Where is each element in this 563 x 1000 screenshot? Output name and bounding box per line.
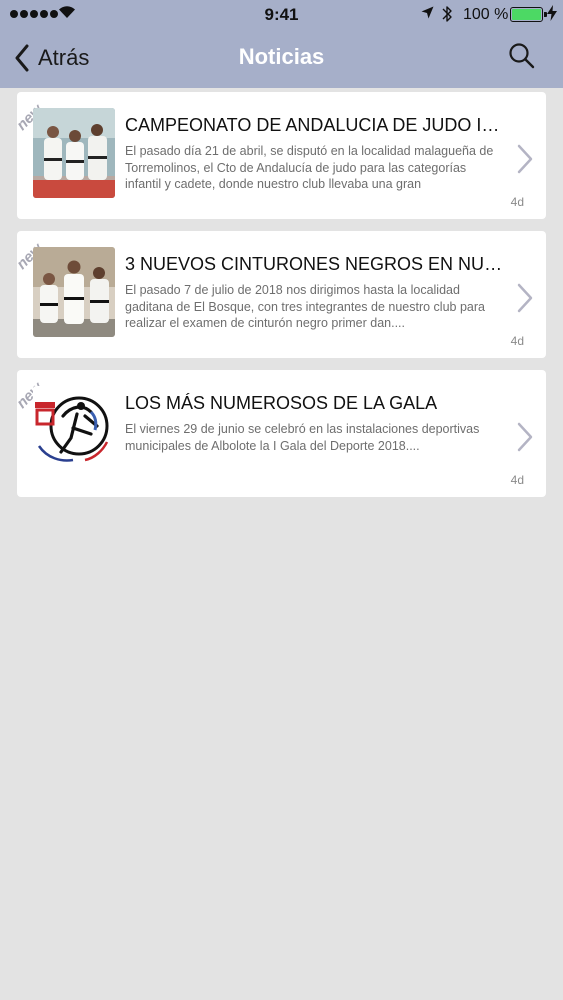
- judo-athletes-photo: [33, 108, 115, 198]
- black-belt-athletes-photo: [33, 247, 115, 337]
- news-excerpt: El pasado 7 de julio de 2018 nos dirigim…: [125, 283, 485, 330]
- bluetooth-icon: [442, 6, 452, 22]
- battery-percent: 100 %: [463, 6, 509, 23]
- news-title: CAMPEONATO DE ANDALUCIA DE JUDO INFANTIL…: [125, 115, 510, 135]
- news-item[interactable]: new CAMPEONATO DE ANDALUCIA DE JUDO INFA…: [17, 92, 546, 219]
- search-button[interactable]: [508, 42, 536, 75]
- news-age: 4d: [510, 334, 524, 348]
- status-bar: 9:41 100 %: [0, 0, 563, 30]
- news-excerpt: El viernes 29 de junio se celebró en las…: [125, 422, 480, 453]
- judo-club-logo: [33, 386, 115, 476]
- battery-icon: [510, 7, 547, 22]
- page-title: Noticias: [238, 44, 325, 69]
- search-icon: [509, 43, 535, 69]
- news-age: 4d: [510, 195, 524, 209]
- chevron-right-icon: [517, 422, 533, 452]
- charging-bolt-icon: [547, 5, 557, 21]
- news-list: new CAMPEONATO DE ANDALUCIA DE JUDO INFA…: [17, 92, 546, 509]
- news-title: LOS MÁS NUMEROSOS DE LA GALA: [125, 393, 438, 413]
- news-title: 3 NUEVOS CINTURONES NEGROS EN NUESTRO CL…: [125, 254, 510, 274]
- news-item[interactable]: new 3 NUEVOS CINTURONES NEGROS EN NUESTR…: [17, 231, 546, 358]
- chevron-right-icon: [517, 144, 533, 174]
- chevron-right-icon: [517, 283, 533, 313]
- news-excerpt: El pasado día 21 de abril, se disputó en…: [125, 144, 494, 191]
- news-age: 4d: [510, 473, 524, 487]
- location-arrow-icon: [421, 6, 434, 19]
- news-item[interactable]: new LOS MÁS NUMEROSOS DE LA GALA El vier…: [17, 370, 546, 497]
- navigation-header: 9:41 100 % Atrás Noticias: [0, 0, 563, 88]
